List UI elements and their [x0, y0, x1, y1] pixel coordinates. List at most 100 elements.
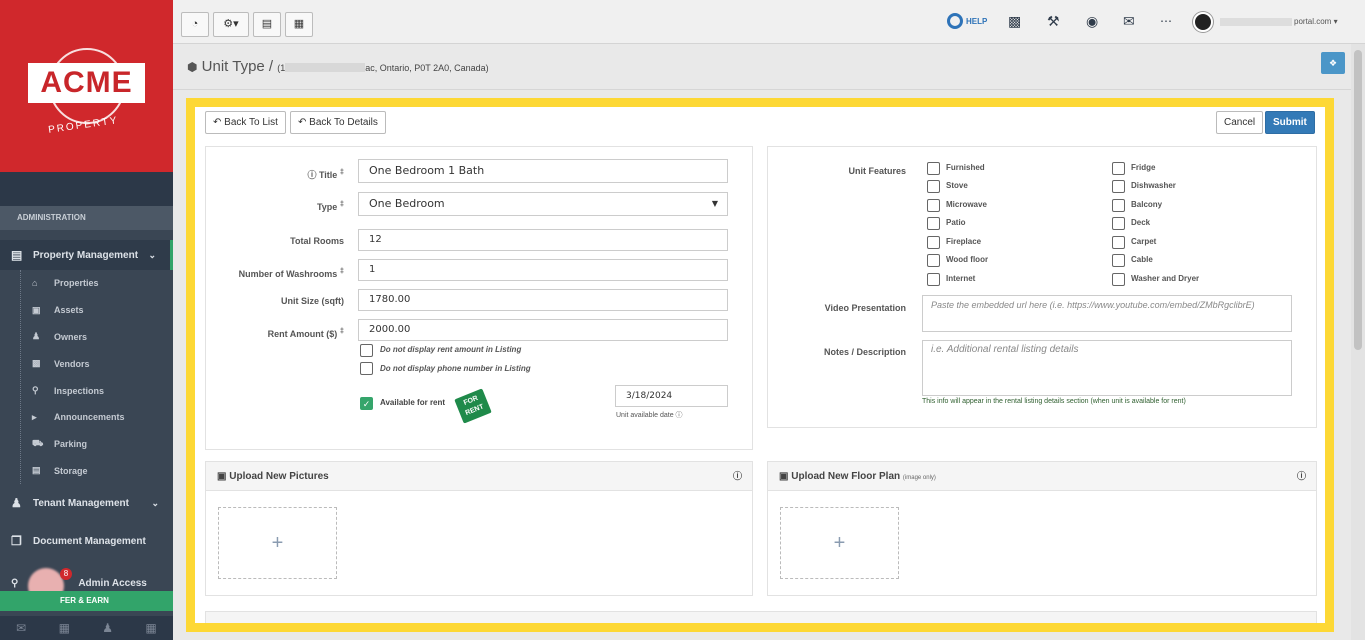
type-select[interactable]: One Bedroom ▼ — [358, 192, 728, 216]
calculator-icon[interactable]: ▦ — [285, 12, 313, 37]
building-icon: ▤ — [11, 248, 23, 262]
sidebar-item-property-management[interactable]: ▤ Property Management ⌄ — [0, 240, 173, 270]
picture-dropzone[interactable]: + — [218, 507, 337, 579]
feature-deck-checkbox[interactable] — [1112, 217, 1125, 230]
feature-label: Dishwasher — [1131, 181, 1176, 190]
scrollbar-thumb[interactable] — [1354, 50, 1362, 350]
feature-microwave-checkbox[interactable] — [927, 199, 940, 212]
upload-floor-plan-header: ▣ Upload New Floor Plan (image only) ⓘ — [768, 462, 1316, 491]
available-for-rent-checkbox[interactable]: ✓ — [360, 397, 373, 410]
eye-icon[interactable]: ◉ — [1086, 10, 1098, 32]
envelope-icon[interactable]: ✉ — [1123, 10, 1135, 32]
feature-washer-dryer-checkbox[interactable] — [1112, 273, 1125, 286]
storage-icon: ▤ — [32, 465, 41, 476]
car-icon: ⛟ — [32, 438, 44, 449]
sidebar-item-owners[interactable]: ♟ Owners — [16, 324, 173, 351]
user-email[interactable]: portal.com ▾ — [1220, 17, 1338, 26]
settings-dropdown-icon[interactable]: ⚙▾ — [213, 12, 249, 37]
washrooms-input[interactable]: 1 — [358, 259, 728, 281]
avatar[interactable] — [1193, 12, 1213, 32]
back-to-list-button[interactable]: ↶ Back To List — [205, 111, 286, 134]
notes-textarea[interactable]: i.e. Additional rental listing details — [922, 340, 1292, 396]
feature-patio-checkbox[interactable] — [927, 217, 940, 230]
more-icon[interactable]: ⋯ — [1160, 10, 1172, 32]
notification-badge: 8 — [60, 568, 72, 580]
feature-furnished-checkbox[interactable] — [927, 162, 940, 175]
feature-wood-floor-checkbox[interactable] — [927, 254, 940, 267]
available-date-input[interactable]: 3/18/2024 — [615, 385, 728, 407]
feature-label: Wood floor — [946, 255, 989, 264]
upload-title: Upload New Pictures — [229, 471, 329, 482]
dashboard-icon[interactable]: ◔ — [181, 12, 209, 37]
back-to-details-button[interactable]: ↶ Back To Details — [290, 111, 386, 134]
sidebar-item-properties[interactable]: ⌂ Properties — [16, 270, 173, 297]
upload-note: (image only) — [902, 475, 936, 481]
notes-hint: This info will appear in the rental list… — [922, 398, 1186, 405]
user-icon[interactable]: ♟ — [102, 621, 113, 635]
page-title-text: Unit Type / — [201, 58, 274, 75]
submit-button[interactable]: Submit — [1265, 111, 1315, 134]
feature-dishwasher-checkbox[interactable] — [1112, 180, 1125, 193]
page-scrollbar[interactable] — [1351, 44, 1365, 640]
feature-internet-checkbox[interactable] — [927, 273, 940, 286]
sidebar-item-document-management[interactable]: ❐ Document Management — [0, 522, 173, 560]
rent-amount-input[interactable]: 2000.00 — [358, 319, 728, 341]
mail-icon[interactable]: ✉ — [16, 621, 26, 635]
feature-fridge-checkbox[interactable] — [1112, 162, 1125, 175]
type-select-value: One Bedroom — [369, 197, 445, 210]
wrench-icon[interactable]: ⚒ — [1047, 10, 1060, 32]
info-icon[interactable]: ⓘ — [733, 462, 742, 491]
button-label: Back To Details — [309, 117, 378, 128]
refer-and-earn-banner[interactable]: FER & EARN — [0, 591, 173, 611]
video-url-textarea[interactable]: Paste the embedded url here (i.e. https:… — [922, 295, 1292, 332]
logo[interactable]: ACME — [28, 63, 145, 103]
sidebar-item-vendors[interactable]: ▩ Vendors — [16, 350, 173, 377]
help-link[interactable]: HELP — [947, 10, 987, 32]
feature-label: Washer and Dryer — [1131, 274, 1200, 283]
lifebuoy-icon — [947, 13, 963, 29]
feature-balcony-checkbox[interactable] — [1112, 199, 1125, 212]
floor-plan-dropzone[interactable]: + — [780, 507, 899, 579]
sidebar-band — [0, 172, 173, 206]
hide-rent-checkbox[interactable] — [360, 344, 373, 357]
address-prefix: (1 — [277, 63, 286, 73]
building-icon[interactable]: ▦ — [59, 621, 70, 635]
documents-icon: ❐ — [11, 534, 22, 549]
sidebar-item-label: Vendors — [54, 358, 90, 369]
cancel-button[interactable]: Cancel — [1216, 111, 1264, 134]
feature-carpet-checkbox[interactable] — [1112, 236, 1125, 249]
page-header: ⬢ Unit Type / (1 ac, Ontario, P0T 2A0, Ca… — [173, 44, 1351, 90]
top-toolbar: ◔ ⚙▾ ▤ ▦ HELP ▩ ⚒ ◉ ✉ ⋯ portal.com ▾ — [173, 0, 1365, 44]
info-icon[interactable]: ⓘ — [1297, 462, 1306, 491]
sidebar-item-announcements[interactable]: ▸ Announcements — [16, 404, 173, 431]
feature-label: Deck — [1131, 218, 1151, 227]
feature-label: Balcony — [1131, 200, 1163, 209]
sidebar-item-assets[interactable]: ▣ Assets — [16, 297, 173, 324]
feature-stove-checkbox[interactable] — [927, 180, 940, 193]
video-presentation-label: Video Presentation — [824, 303, 906, 313]
sidebar-item-label: Parking — [54, 439, 88, 450]
feature-fireplace-checkbox[interactable] — [927, 236, 940, 249]
title-label: ⓘ Title ‡ — [307, 167, 344, 180]
feature-cable-checkbox[interactable] — [1112, 254, 1125, 267]
upload-pictures-panel: ▣ Upload New Pictures ⓘ + — [205, 461, 753, 596]
info-button[interactable]: ❖ — [1321, 52, 1345, 74]
address-suffix: ac, Ontario, P0T 2A0, Canada) — [365, 63, 489, 73]
calculator-icon[interactable]: ▦ — [145, 621, 156, 635]
sidebar: ACME PROPERTY ADMINISTRATION ▤ Property … — [0, 0, 173, 640]
camera-icon: ▣ — [217, 471, 227, 482]
next-panel-edge — [205, 611, 1317, 623]
chart-icon[interactable]: ▩ — [1008, 10, 1021, 32]
sidebar-item-storage[interactable]: ▤ Storage — [16, 458, 173, 485]
sidebar-item-tenant-management[interactable]: ♟ Tenant Management ⌄ — [0, 484, 173, 522]
calendar-icon[interactable]: ▤ — [253, 12, 281, 37]
title-input[interactable]: One Bedroom 1 Bath — [358, 159, 728, 183]
info-icon: ⓘ — [307, 170, 317, 180]
washrooms-label: Number of Washrooms ‡ — [238, 266, 344, 279]
feature-label: Internet — [946, 274, 976, 283]
sidebar-item-inspections[interactable]: ⚲ Inspections — [16, 377, 173, 404]
hide-phone-checkbox[interactable] — [360, 362, 373, 375]
unit-size-input[interactable]: 1780.00 — [358, 289, 728, 311]
sidebar-item-parking[interactable]: ⛟ Parking — [16, 431, 173, 458]
total-rooms-input[interactable]: 12 — [358, 229, 728, 251]
